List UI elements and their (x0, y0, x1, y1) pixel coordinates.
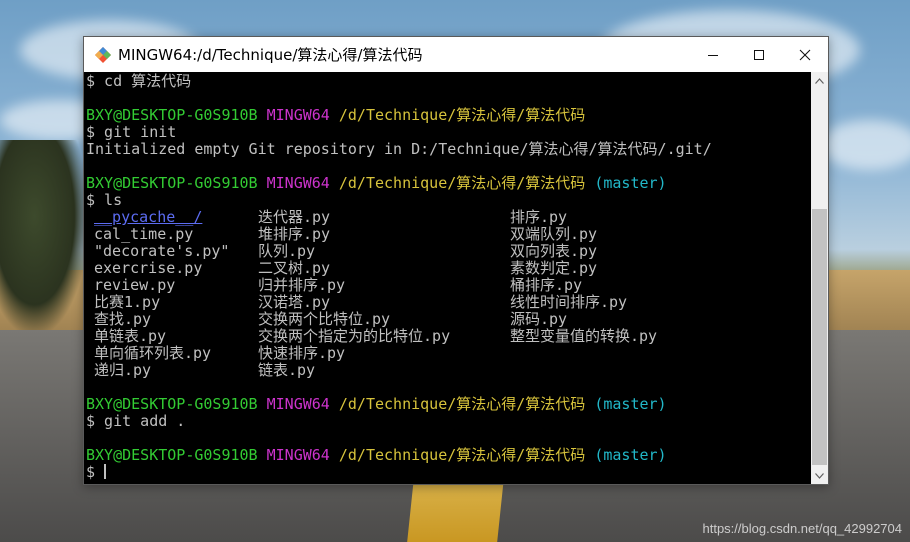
prompt-line: BXY@DESKTOP-G0S910B MINGW64 /d/Technique… (86, 447, 811, 464)
ls-entry: 线性时间排序.py (510, 293, 628, 311)
ls-entry: 排序.py (510, 208, 568, 226)
chevron-down-icon (815, 472, 824, 479)
maximize-button[interactable] (736, 37, 782, 72)
ls-entry: 单向循环列表.py (94, 344, 212, 362)
ls-row: exercrise.py 二叉树.py 素数判定.py (86, 260, 811, 277)
chevron-up-icon (815, 77, 824, 84)
minimize-button[interactable] (690, 37, 736, 72)
prompt-path: /d/Technique/算法心得/算法代码 (338, 446, 586, 464)
terminal-output[interactable]: $ cd 算法代码 BXY@DESKTOP-G0S910B MINGW64 /d… (84, 72, 811, 484)
tree-decoration (0, 140, 86, 330)
prompt-shell: MINGW64 (266, 106, 330, 124)
ls-row: cal_time.py 堆排序.py 双端队列.py (86, 226, 811, 243)
ls-entry: 快速排序.py (258, 344, 346, 362)
ls-entry: 单链表.py (94, 327, 167, 345)
ls-entry: 堆排序.py (258, 225, 331, 243)
watermark-text: https://blog.csdn.net/qq_42992704 (702, 521, 903, 536)
git-bash-icon (94, 46, 112, 64)
ls-row: 递归.py 链表.py (86, 362, 811, 379)
ls-entry: 二叉树.py (258, 259, 331, 277)
terminal-line: $ git add . (86, 412, 186, 430)
prompt-branch: (master) (594, 395, 667, 413)
ls-entry: exercrise.py (94, 259, 203, 277)
prompt-symbol: $ (86, 463, 96, 481)
ls-row: 查找.py 交换两个比特位.py 源码.py (86, 311, 811, 328)
ls-entry: 比赛1.py (94, 293, 161, 311)
terminal-window[interactable]: MINGW64:/d/Technique/算法心得/算法代码 $ cd 算法代码… (83, 36, 829, 485)
scrollbar-thumb[interactable] (812, 209, 827, 465)
ls-output: __pycache__/ 迭代器.py 排序.py cal_time.py 堆排序.py… (86, 209, 811, 379)
terminal-line: $ ls (86, 191, 123, 209)
prompt-user: BXY@DESKTOP-G0S910B (86, 174, 258, 192)
prompt-user: BXY@DESKTOP-G0S910B (86, 106, 258, 124)
ls-entry: 归并排序.py (258, 276, 346, 294)
ls-entry: 递归.py (94, 361, 152, 379)
ls-entry: 交换两个指定为的比特位.py (258, 327, 451, 345)
ls-entry (510, 362, 790, 379)
ls-entry: __pycache__/ (94, 208, 203, 226)
ls-entry: 交换两个比特位.py (258, 310, 391, 328)
road-center-line (406, 480, 504, 542)
ls-entry: 素数判定.py (510, 259, 598, 277)
close-button[interactable] (782, 37, 828, 72)
close-icon (799, 49, 811, 60)
ls-row: 比赛1.py 汉诺塔.py 线性时间排序.py (86, 294, 811, 311)
ls-entry: 链表.py (258, 361, 316, 379)
prompt-path: /d/Technique/算法心得/算法代码 (338, 174, 586, 192)
scroll-up-button[interactable] (811, 72, 828, 89)
title-bar[interactable]: MINGW64:/d/Technique/算法心得/算法代码 (84, 37, 828, 72)
prompt-line: BXY@DESKTOP-G0S910B MINGW64 /d/Technique… (86, 396, 811, 413)
scroll-down-button[interactable] (811, 467, 828, 484)
ls-entry (510, 345, 790, 362)
prompt-shell: MINGW64 (266, 174, 330, 192)
window-title: MINGW64:/d/Technique/算法心得/算法代码 (118, 46, 423, 64)
maximize-icon (754, 49, 764, 60)
prompt-shell: MINGW64 (266, 395, 330, 413)
minimize-icon (708, 54, 718, 56)
input-line[interactable]: $ (86, 464, 811, 481)
ls-entry: cal_time.py (94, 225, 194, 243)
ls-entry: 整型变量值的转换.py (510, 327, 658, 345)
ls-entry: 查找.py (94, 310, 152, 328)
ls-entry: 迭代器.py (258, 208, 331, 226)
ls-row: __pycache__/ 迭代器.py 排序.py (86, 209, 811, 226)
prompt-branch: (master) (594, 174, 667, 192)
ls-entry: 桶排序.py (510, 276, 583, 294)
ls-row: review.py 归并排序.py 桶排序.py (86, 277, 811, 294)
terminal-line: Initialized empty Git repository in D:/T… (86, 140, 712, 158)
ls-entry: 双向列表.py (510, 242, 598, 260)
prompt-line: BXY@DESKTOP-G0S910B MINGW64 /d/Technique… (86, 107, 811, 124)
ls-entry: 双端队列.py (510, 225, 598, 243)
prompt-user: BXY@DESKTOP-G0S910B (86, 395, 258, 413)
ls-entry: 汉诺塔.py (258, 293, 331, 311)
vertical-scrollbar[interactable] (811, 72, 828, 484)
ls-entry: review.py (94, 276, 176, 294)
prompt-user: BXY@DESKTOP-G0S910B (86, 446, 258, 464)
ls-row: "decorate's.py" 队列.py 双向列表.py (86, 243, 811, 260)
ls-entry: "decorate's.py" (94, 242, 230, 260)
ls-row: 单链表.py 交换两个指定为的比特位.py 整型变量值的转换.py (86, 328, 811, 345)
ls-entry: 队列.py (258, 242, 316, 260)
prompt-path: /d/Technique/算法心得/算法代码 (338, 106, 586, 124)
prompt-shell: MINGW64 (266, 446, 330, 464)
prompt-branch: (master) (594, 446, 667, 464)
text-cursor (104, 464, 107, 479)
ls-row: 单向循环列表.py 快速排序.py (86, 345, 811, 362)
terminal-line: $ cd 算法代码 (86, 72, 192, 90)
terminal-line: $ git init (86, 123, 177, 141)
ls-entry: 源码.py (510, 310, 568, 328)
prompt-path: /d/Technique/算法心得/算法代码 (338, 395, 586, 413)
window-controls (690, 37, 828, 72)
prompt-line: BXY@DESKTOP-G0S910B MINGW64 /d/Technique… (86, 175, 811, 192)
